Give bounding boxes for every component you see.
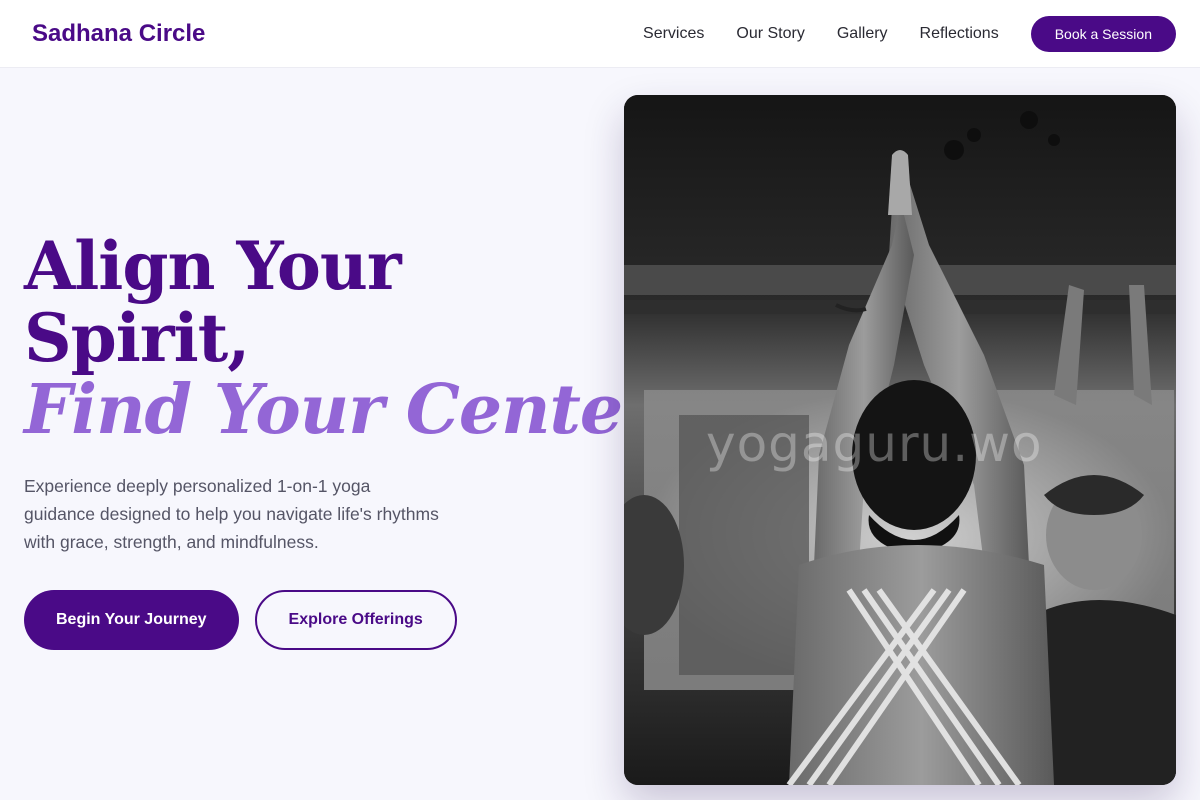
photo-watermark: yogaguru.wo: [706, 415, 1043, 473]
hero-headline: Align Your Spirit, Find Your Center.: [24, 227, 674, 450]
hero-subtext: Experience deeply personalized 1-on-1 yo…: [24, 476, 439, 552]
nav-link-reflections[interactable]: Reflections: [920, 16, 999, 52]
nav-link-gallery[interactable]: Gallery: [837, 16, 888, 52]
nav-link-services[interactable]: Services: [643, 16, 704, 52]
begin-journey-button[interactable]: Begin Your Journey: [24, 590, 239, 650]
top-navbar: Sadhana Circle Services Our Story Galler…: [0, 0, 1200, 68]
hero-section: Align Your Spirit, Find Your Center. Exp…: [24, 227, 674, 650]
book-session-button[interactable]: Book a Session: [1030, 16, 1176, 52]
headline-accent: Find Your Center.: [24, 370, 674, 450]
hero-photo: yogaguru.wo: [624, 95, 1176, 785]
main-nav: Services Our Story Gallery Reflections B…: [643, 16, 1176, 52]
hero-cta-group: Begin Your Journey Explore Offerings: [24, 590, 604, 650]
brand-logo[interactable]: Sadhana Circle: [32, 18, 205, 50]
nav-link-our-story[interactable]: Our Story: [736, 16, 804, 52]
headline-line-2: Spirit,: [24, 299, 250, 377]
explore-offerings-button[interactable]: Explore Offerings: [254, 590, 457, 650]
headline-line-1: Align Your: [24, 227, 402, 305]
